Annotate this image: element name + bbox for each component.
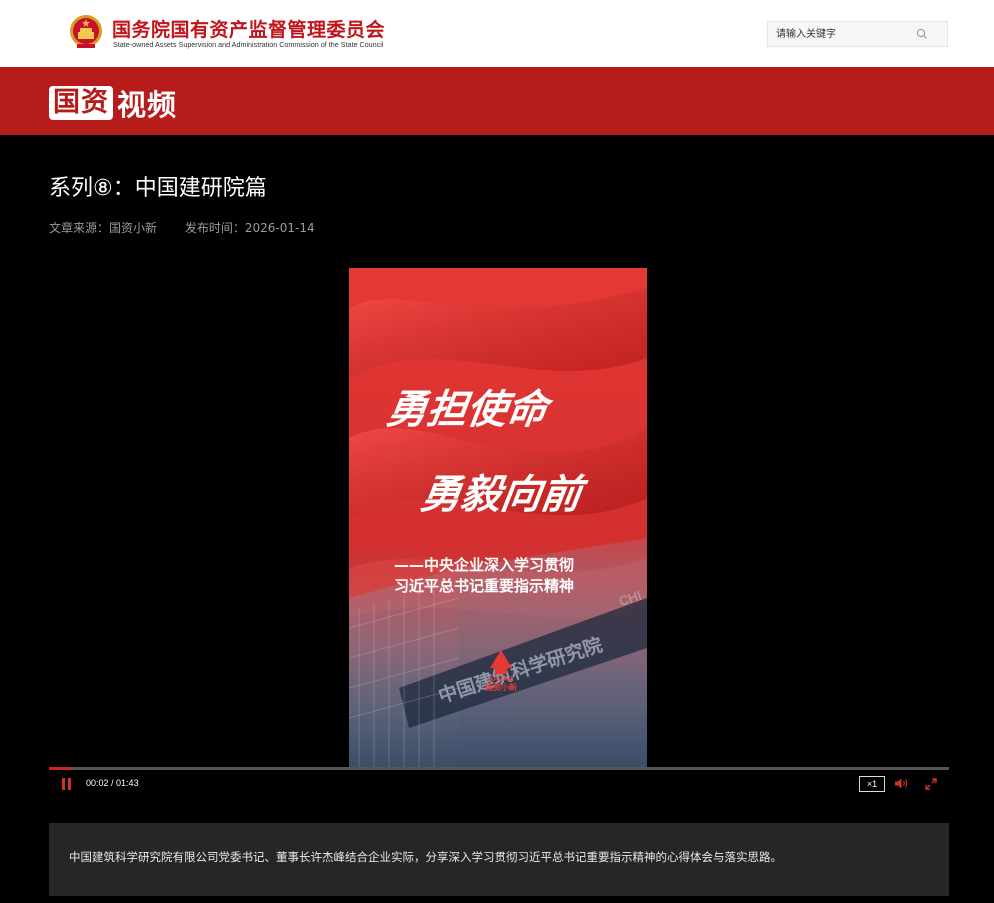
video-player[interactable]: 中国建筑科学研究院 CHI 勇担使命 勇毅向前 ——中央企业深入学习贯彻 习近平… xyxy=(349,268,647,767)
video-progress-bar[interactable] xyxy=(49,767,949,770)
org-name-en[interactable]: State-owned Assets Supervision and Admin… xyxy=(113,40,383,49)
article-meta: 文章来源：国资小新 发布时间：2026-01-14 xyxy=(49,219,339,236)
current-time: 00:02 xyxy=(86,778,109,788)
brand-logo[interactable]: 国资 视频 xyxy=(49,86,177,122)
poster-sub2: 习近平总书记重要指示精神 xyxy=(394,577,574,595)
pause-button[interactable] xyxy=(61,778,73,790)
poster-line2: 勇毅向前 xyxy=(418,472,590,518)
sasac-logo-text: SASAC xyxy=(489,676,514,683)
search-icon[interactable] xyxy=(916,28,928,40)
video-poster: 中国建筑科学研究院 CHI 勇担使命 勇毅向前 ——中央企业深入学习贯彻 习近平… xyxy=(349,268,647,767)
sasac-logo-sub: 国资小新 xyxy=(485,682,517,692)
brand-logo-text: 视频 xyxy=(117,88,178,122)
poster-sub1: ——中央企业深入学习贯彻 xyxy=(394,556,574,574)
video-progress-fill xyxy=(49,767,72,770)
fullscreen-icon[interactable] xyxy=(925,778,937,790)
duration: 01:43 xyxy=(116,778,139,788)
video-time: 00:02 / 01:43 xyxy=(86,778,139,788)
time-separator: / xyxy=(108,778,117,788)
playback-speed-button[interactable]: ×1 xyxy=(859,776,885,792)
search-box xyxy=(767,21,948,47)
brand-logo-box: 国资 xyxy=(49,86,113,120)
org-name-cn[interactable]: 国务院国有资产监督管理委员会 xyxy=(112,15,385,42)
article-date: 发布时间：2026-01-14 xyxy=(184,221,315,235)
article-source: 文章来源：国资小新 xyxy=(49,221,158,235)
poster-line1: 勇担使命 xyxy=(384,387,556,433)
search-input[interactable] xyxy=(776,26,916,42)
page-title: 系列⑧：中国建研院篇 xyxy=(49,176,267,201)
section-banner: 国资 视频 xyxy=(0,67,994,135)
volume-icon[interactable] xyxy=(894,777,909,790)
video-description: 中国建筑科学研究院有限公司党委书记、董事长许杰峰结合企业实际，分享深入学习贯彻习… xyxy=(49,823,949,896)
national-emblem-icon[interactable] xyxy=(69,14,103,50)
site-header: 国务院国有资产监督管理委员会 State-owned Assets Superv… xyxy=(0,0,994,67)
